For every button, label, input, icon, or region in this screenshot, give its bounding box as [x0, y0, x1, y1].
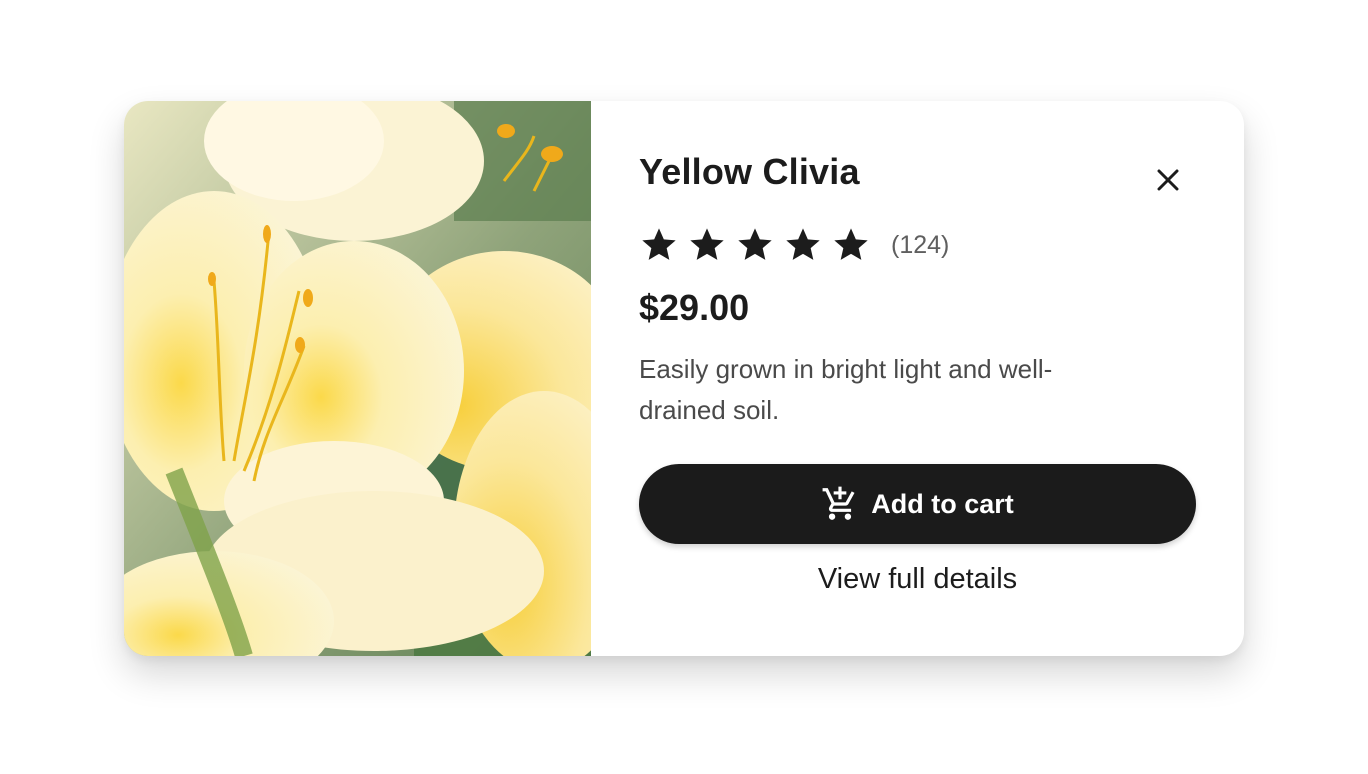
- star-icon: [783, 225, 823, 265]
- star-icon: [687, 225, 727, 265]
- close-icon: [1157, 169, 1179, 191]
- product-image: [124, 101, 591, 656]
- product-rating: (124): [639, 223, 949, 267]
- add-to-cart-button[interactable]: Add to cart: [639, 464, 1196, 544]
- add-to-cart-label: Add to cart: [871, 488, 1014, 519]
- rating-stars: [639, 225, 871, 265]
- product-details-panel: Yellow Clivia (124) $29.00 Easily grown …: [591, 101, 1244, 656]
- star-icon: [735, 225, 775, 265]
- product-quick-view-card: Yellow Clivia (124) $29.00 Easily grown …: [124, 101, 1244, 656]
- cart-add-icon: [822, 486, 855, 520]
- product-description: Easily grown in bright light and well-dr…: [639, 354, 1053, 425]
- product-title: Yellow Clivia: [639, 151, 860, 192]
- close-button[interactable]: [1149, 161, 1187, 199]
- star-icon: [639, 225, 679, 265]
- view-full-details-link[interactable]: View full details: [639, 563, 1196, 596]
- product-price: $29.00: [639, 287, 750, 328]
- review-count: (124): [891, 230, 950, 259]
- star-icon: [831, 225, 871, 265]
